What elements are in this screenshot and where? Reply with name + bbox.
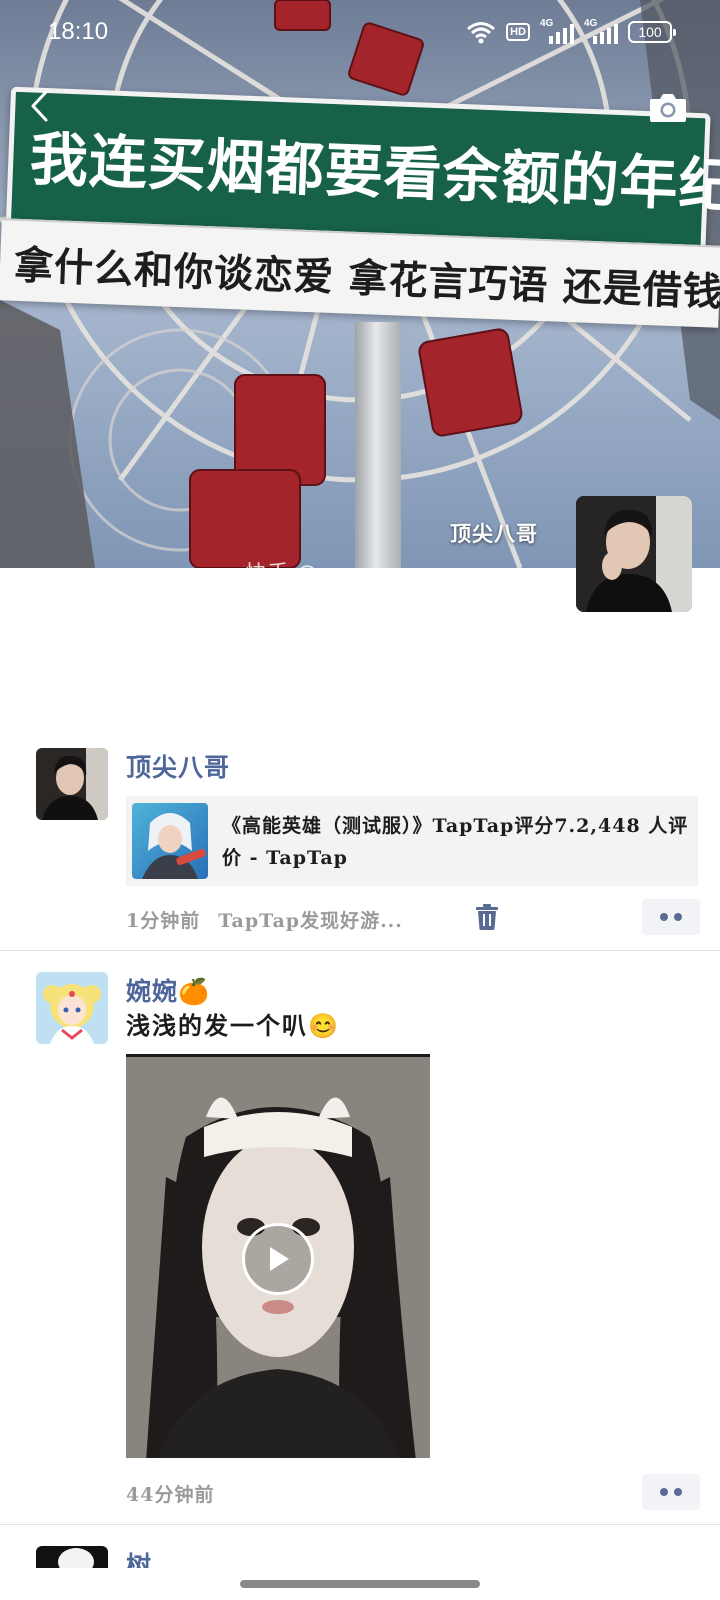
post-meta: 1分钟前 TapTap发现好游... <box>126 906 403 933</box>
post-avatar[interactable] <box>36 748 108 820</box>
post-divider <box>0 950 720 951</box>
hd-badge: HD <box>506 23 530 41</box>
profile-avatar[interactable] <box>576 496 692 612</box>
post-time: 44分钟前 <box>126 1484 215 1506</box>
post-time: 1分钟前 <box>126 910 201 932</box>
shared-link-card[interactable]: 《高能英雄（测试服）》TapTap评分7.2,448 人评价 - TapTap <box>126 796 698 886</box>
camera-button[interactable] <box>648 90 688 124</box>
trash-icon <box>476 904 498 930</box>
play-button[interactable] <box>242 1223 314 1295</box>
cover-image[interactable]: 我连买烟都要看余额的年纪 拿什么和你谈恋爱 拿花言巧语 还是借钱陪你 快手 @ … <box>0 0 720 568</box>
post-author-name[interactable]: 顶尖八哥 <box>126 748 230 784</box>
post-source[interactable]: TapTap发现好游... <box>218 910 403 932</box>
avatar-image <box>36 972 108 1044</box>
link-title: 《高能英雄（测试服）》TapTap评分7.2,448 人评价 - TapTap <box>222 815 689 869</box>
post-divider <box>0 1524 720 1525</box>
post-author-name[interactable]: 婉婉🍊 <box>126 972 210 1008</box>
more-dots-icon <box>660 1488 668 1496</box>
video-thumbnail[interactable] <box>126 1054 430 1458</box>
post-text: 浅浅的发一个叭😊 <box>126 1011 340 1040</box>
more-options-button[interactable] <box>642 1474 700 1510</box>
battery-level: 100 <box>638 24 662 40</box>
battery-icon: 100 <box>628 21 676 43</box>
avatar-image <box>36 748 108 820</box>
avatar-image <box>36 1546 108 1568</box>
more-dots-icon <box>660 913 668 921</box>
cover-user-name[interactable]: 顶尖八哥 <box>450 518 538 548</box>
status-bar: 18:10 HD 4G 4G 100 <box>0 0 720 64</box>
more-options-button[interactable] <box>642 899 700 935</box>
game-icon <box>132 803 208 879</box>
play-icon <box>270 1247 289 1271</box>
avatar-image <box>576 496 692 612</box>
more-dots-icon <box>674 913 682 921</box>
post-avatar[interactable] <box>36 972 108 1044</box>
signal-icon-2: 4G <box>584 18 618 44</box>
post-avatar[interactable] <box>36 1546 108 1568</box>
home-indicator[interactable] <box>240 1580 480 1588</box>
post-author-name[interactable]: 树 <box>126 1546 152 1568</box>
cover-watermark-text: 快手 @ <box>245 556 318 568</box>
sign-pole <box>355 322 401 568</box>
signal-icon-1: 4G <box>540 18 574 44</box>
status-icons: HD 4G 4G 100 <box>466 18 676 46</box>
wifi-icon <box>467 22 496 44</box>
chevron-left-icon <box>31 90 48 122</box>
camera-icon <box>650 94 686 122</box>
post-meta: 44分钟前 <box>126 1480 214 1507</box>
link-thumbnail <box>132 803 208 879</box>
back-button[interactable] <box>20 86 60 126</box>
delete-button[interactable] <box>476 904 498 930</box>
status-time: 18:10 <box>48 18 109 45</box>
more-dots-icon <box>674 1488 682 1496</box>
